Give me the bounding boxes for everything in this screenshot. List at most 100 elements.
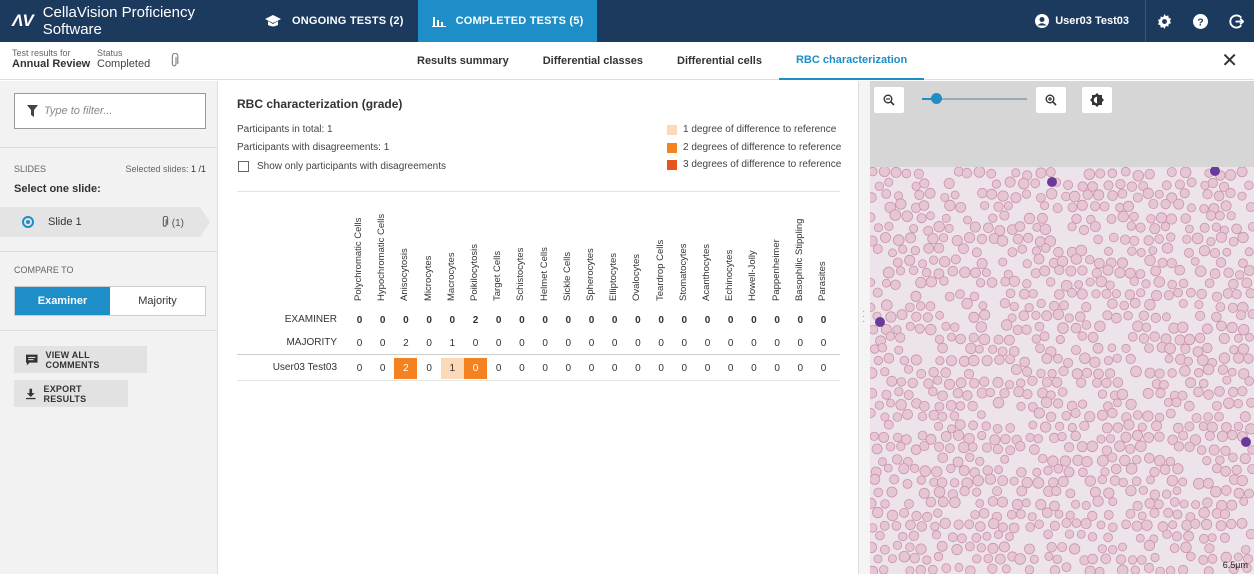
export-results-button[interactable]: EXPORT RESULTS [14,380,128,407]
red-blood-cell [937,496,949,508]
red-blood-cell [972,487,982,497]
red-blood-cell [1236,166,1248,178]
table-cell: 0 [495,338,502,349]
red-blood-cell [935,310,944,320]
tab-results-summary[interactable]: Results summary [400,42,526,80]
red-blood-cell [1211,463,1222,474]
red-blood-cell [975,321,988,333]
red-blood-cell [1112,398,1122,408]
red-blood-cell [1085,254,1095,265]
red-blood-cell [1061,411,1072,421]
red-blood-cell [1174,334,1186,346]
view-all-comments-button[interactable]: VIEW ALL COMMENTS [14,346,147,373]
red-blood-cell [983,553,994,564]
compare-examiner-button[interactable]: Examiner [15,287,110,315]
red-blood-cell [1072,454,1084,466]
red-blood-cell [1146,214,1156,224]
red-blood-cell [1057,475,1069,487]
nav-completed-tests[interactable]: COMPLETED TESTS (5) [417,0,598,42]
blood-smear-image[interactable]: 6.5µm [870,165,1254,574]
red-blood-cell [883,463,893,473]
red-blood-cell [1167,279,1178,290]
red-blood-cell [1120,431,1132,443]
show-only-disagreements[interactable]: Show only participants with disagreement… [238,161,446,172]
red-blood-cell [873,223,883,233]
nav-ongoing-tests[interactable]: ONGOING TESTS (2) [250,0,418,42]
red-blood-cell [944,291,955,302]
red-blood-cell [1049,520,1060,531]
red-blood-cell [1111,312,1122,324]
panel-splitter[interactable]: · · · [858,81,870,574]
red-blood-cell [1081,500,1091,510]
red-blood-cell [1163,397,1173,407]
red-blood-cell [870,192,877,203]
red-blood-cell [873,554,883,564]
red-blood-cell [1058,366,1069,377]
red-blood-cell [1016,401,1026,411]
zoom-slider-handle[interactable] [931,93,942,104]
red-blood-cell [1185,377,1197,389]
red-blood-cell [1180,166,1192,179]
table-cell: 0 [542,363,548,374]
row-label: EXAMINER [284,314,337,325]
compare-majority-button[interactable]: Majority [110,287,205,315]
help-button[interactable]: ? [1182,0,1218,42]
compare-to-label: COMPARE TO [14,265,74,275]
close-icon[interactable]: ✕ [1221,51,1238,71]
table-cell: 0 [356,338,363,349]
tab-differential-cells[interactable]: Differential cells [660,42,779,80]
compare-toggle: Examiner Majority [14,286,206,316]
red-blood-cell [1141,322,1152,333]
settings-button[interactable] [1146,0,1182,42]
red-blood-cell [930,521,940,532]
red-blood-cell [1198,378,1209,389]
red-blood-cell [1078,224,1090,236]
slide-radio[interactable] [22,216,34,228]
red-blood-cell [1117,210,1129,223]
tab-rbc-characterization[interactable]: RBC characterization [778,42,925,80]
red-blood-cell [1096,409,1108,421]
filter-input[interactable]: Type to filter... [14,93,206,129]
red-blood-cell [1137,511,1147,521]
zoom-in-button[interactable] [1036,87,1066,113]
column-header-label: Helmet Cells [538,247,550,301]
logout-button[interactable] [1218,0,1254,42]
red-blood-cell [1103,509,1114,520]
paperclip-icon[interactable] [170,52,179,73]
red-blood-cell [933,221,945,233]
red-blood-cell [934,421,944,431]
red-blood-cell [958,465,970,476]
red-blood-cell [1202,189,1213,200]
red-blood-cell [1054,264,1065,276]
red-blood-cell [1107,168,1118,178]
red-blood-cell [1179,188,1190,199]
show-only-checkbox[interactable] [238,161,249,172]
red-blood-cell [1125,485,1137,497]
red-blood-cell [1143,432,1155,443]
tab-differential-classes[interactable]: Differential classes [526,42,660,80]
red-blood-cell [882,266,895,279]
red-blood-cell [967,354,980,367]
red-blood-cell [1019,356,1031,368]
red-blood-cell [951,543,963,556]
red-blood-cell [1070,430,1081,442]
brightness-button[interactable] [1082,87,1112,113]
red-blood-cell [937,342,948,354]
red-blood-cell [1123,419,1135,431]
red-blood-cell [1012,233,1024,245]
red-blood-cell [1247,222,1254,232]
slide-item[interactable]: Slide 1 (1) [0,207,210,237]
drag-handle-icon[interactable]: · · · [862,307,865,327]
table-cell: 0 [356,315,363,326]
user-menu[interactable]: User03 Test03 [1019,0,1146,42]
red-blood-cell [1067,287,1077,298]
red-blood-cell [1036,212,1048,224]
red-blood-cell [1097,389,1108,399]
red-blood-cell [1022,389,1033,400]
red-blood-cell [1039,265,1051,277]
zoom-out-button[interactable] [874,87,904,113]
red-blood-cell [1125,443,1136,454]
red-blood-cell [969,291,980,302]
table-cell: 0 [565,338,572,349]
row-label: User03 Test03 [272,362,337,373]
